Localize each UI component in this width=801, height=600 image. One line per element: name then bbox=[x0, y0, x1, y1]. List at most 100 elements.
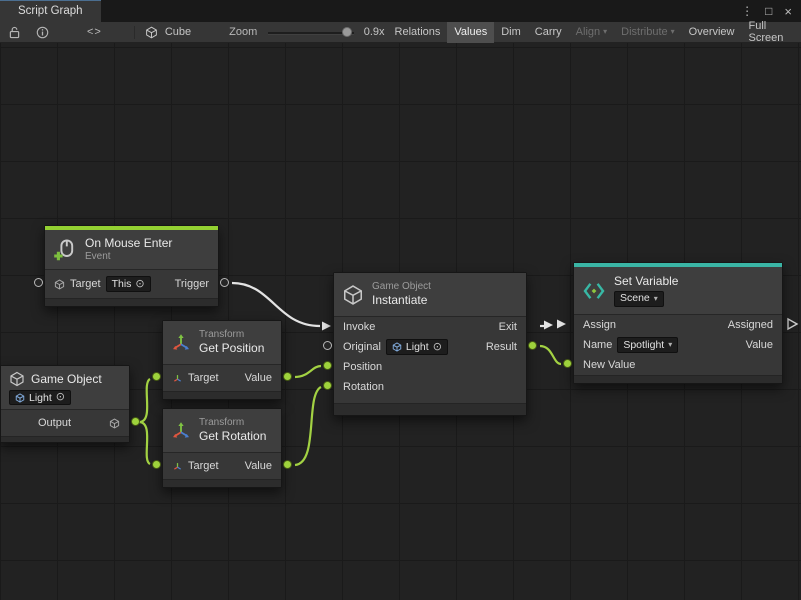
relations-label: Relations bbox=[395, 26, 441, 38]
distribute-dropdown[interactable]: Distribute ▾ bbox=[614, 22, 681, 43]
port-game-object-output-out[interactable] bbox=[131, 417, 140, 426]
toolbar-separator bbox=[134, 26, 135, 39]
on-mouse-enter-icon bbox=[53, 238, 77, 262]
values-button[interactable]: Values bbox=[447, 22, 494, 43]
this-object-chip[interactable]: This ⊙ bbox=[106, 276, 151, 292]
value-port-label: Value bbox=[245, 460, 272, 472]
port-instantiate-original-in[interactable] bbox=[323, 341, 332, 350]
port-row-target-trigger: Target This ⊙ Trigger bbox=[45, 270, 218, 298]
distribute-label: Distribute bbox=[621, 26, 667, 38]
node-footer bbox=[45, 298, 218, 306]
node-footer bbox=[334, 403, 526, 415]
light-chip-label: Light bbox=[406, 341, 429, 353]
original-port-label: Original bbox=[343, 341, 381, 353]
light-object-chip[interactable]: Light ⊙ bbox=[9, 390, 71, 405]
info-icon[interactable] bbox=[32, 22, 53, 43]
tab-script-graph[interactable]: Script Graph bbox=[0, 0, 101, 22]
rotation-port-label: Rotation bbox=[343, 381, 384, 393]
zoom-slider-track[interactable] bbox=[268, 32, 353, 34]
value-port-label: Value bbox=[245, 372, 272, 384]
node-subtitle: Event bbox=[85, 251, 172, 263]
port-instantiate-rotation-in[interactable] bbox=[323, 381, 332, 390]
node-footer bbox=[163, 479, 281, 487]
chevron-down-icon: ▾ bbox=[671, 28, 675, 36]
node-footer bbox=[574, 375, 782, 383]
menu-kebab-icon[interactable]: ⋮ bbox=[741, 4, 753, 18]
node-category: Game Object bbox=[372, 281, 431, 293]
transform-icon bbox=[171, 421, 191, 441]
lock-icon[interactable] bbox=[5, 22, 24, 43]
wire-value-to-rotation[interactable] bbox=[295, 387, 321, 465]
maximize-icon[interactable]: □ bbox=[765, 4, 772, 18]
node-title: Instantiate bbox=[372, 293, 431, 307]
port-get-rotation-value-out[interactable] bbox=[283, 460, 292, 469]
overview-label: Overview bbox=[689, 26, 735, 38]
node-instantiate[interactable]: Game Object Instantiate Invoke Exit Orig… bbox=[333, 272, 527, 416]
node-footer bbox=[163, 391, 281, 399]
object-picker-icon[interactable]: ⊙ bbox=[433, 342, 442, 353]
invoke-port-label: Invoke bbox=[343, 321, 375, 333]
port-on-mouse-enter-trigger-out[interactable] bbox=[220, 278, 229, 287]
relations-button[interactable]: Relations bbox=[388, 22, 448, 43]
port-set-variable-assigned-out[interactable] bbox=[788, 319, 797, 329]
assign-port-label: Assign bbox=[583, 319, 616, 331]
exit-port-label: Exit bbox=[499, 321, 517, 333]
graph-canvas[interactable]: On Mouse Enter Event Target This ⊙ Trig bbox=[0, 43, 801, 600]
node-get-position[interactable]: Transform Get Position Target Value bbox=[162, 320, 282, 400]
port-instantiate-result-out[interactable] bbox=[528, 341, 537, 350]
transform-icon bbox=[172, 461, 183, 472]
transform-icon bbox=[171, 333, 191, 353]
light-chip-label: Light bbox=[29, 392, 52, 404]
dim-label: Dim bbox=[501, 26, 521, 38]
light-object-chip[interactable]: Light ⊙ bbox=[386, 339, 448, 355]
node-header: Transform Get Position bbox=[163, 321, 281, 365]
node-header: Set Variable Scene ▾ bbox=[574, 267, 782, 315]
wire-output-to-getrotation-target[interactable] bbox=[139, 422, 150, 464]
fullscreen-button[interactable]: Full Screen bbox=[741, 22, 799, 43]
port-set-variable-new-value-in[interactable] bbox=[563, 359, 572, 368]
align-dropdown[interactable]: Align ▾ bbox=[569, 22, 614, 43]
node-on-mouse-enter[interactable]: On Mouse Enter Event Target This ⊙ Trig bbox=[44, 225, 219, 307]
variable-kind-label: Scene bbox=[620, 292, 650, 305]
code-preview-icon[interactable]: <> bbox=[83, 22, 106, 43]
variable-kind-dropdown[interactable]: Scene ▾ bbox=[614, 291, 664, 307]
port-row-output: Output bbox=[1, 410, 129, 436]
port-get-rotation-target-in[interactable] bbox=[152, 460, 161, 469]
port-instantiate-position-in[interactable] bbox=[323, 361, 332, 370]
zoom-slider-handle[interactable] bbox=[342, 27, 352, 37]
target-object-label[interactable]: Cube bbox=[162, 26, 194, 38]
variable-name-dropdown[interactable]: Spotlight ▾ bbox=[617, 337, 678, 353]
wire-value-to-position[interactable] bbox=[295, 366, 321, 377]
node-category: Transform bbox=[199, 417, 266, 429]
dim-button[interactable]: Dim bbox=[494, 22, 528, 43]
zoom-slider[interactable] bbox=[268, 22, 353, 43]
graph-toolbar: <> Cube Zoom 0.9x Relations Values Dim C… bbox=[0, 22, 801, 43]
port-on-mouse-enter-target-in[interactable] bbox=[34, 278, 43, 287]
node-get-rotation[interactable]: Transform Get Rotation Target Value bbox=[162, 408, 282, 488]
node-title: On Mouse Enter bbox=[85, 236, 172, 250]
wire-output-to-getposition-target[interactable] bbox=[139, 379, 150, 422]
port-row-assign-assigned: Assign Assigned bbox=[574, 315, 782, 335]
node-header: On Mouse Enter Event bbox=[45, 230, 218, 270]
port-row-name-value: Name Spotlight ▾ Value bbox=[574, 335, 782, 355]
port-row-target-value: Target Value bbox=[163, 365, 281, 391]
cube-icon bbox=[54, 279, 65, 290]
port-row-new-value: New Value bbox=[574, 355, 782, 375]
overview-button[interactable]: Overview bbox=[682, 22, 742, 43]
node-title: Game Object bbox=[31, 372, 102, 386]
fullscreen-label: Full Screen bbox=[748, 20, 792, 44]
node-set-variable[interactable]: Set Variable Scene ▾ Assign Assigned Nam… bbox=[573, 262, 783, 384]
port-get-position-target-in[interactable] bbox=[152, 372, 161, 381]
close-icon[interactable]: × bbox=[784, 4, 792, 19]
object-picker-icon[interactable]: ⊙ bbox=[56, 392, 65, 403]
node-game-object[interactable]: Game Object Light ⊙ Output bbox=[0, 365, 130, 443]
value-port-label: Value bbox=[746, 339, 773, 351]
unity-script-graph-window: Script Graph ⋮ □ × <> Cube Zoom 0.9x Rel… bbox=[0, 0, 801, 600]
node-header: Game Object Light ⊙ bbox=[1, 366, 129, 410]
wire-result-to-newvalue[interactable] bbox=[540, 346, 561, 364]
carry-button[interactable]: Carry bbox=[528, 22, 569, 43]
port-get-position-value-out[interactable] bbox=[283, 372, 292, 381]
port-row-rotation: Rotation bbox=[334, 377, 526, 397]
port-row-position: Position bbox=[334, 357, 526, 377]
object-picker-icon[interactable]: ⊙ bbox=[135, 279, 144, 290]
